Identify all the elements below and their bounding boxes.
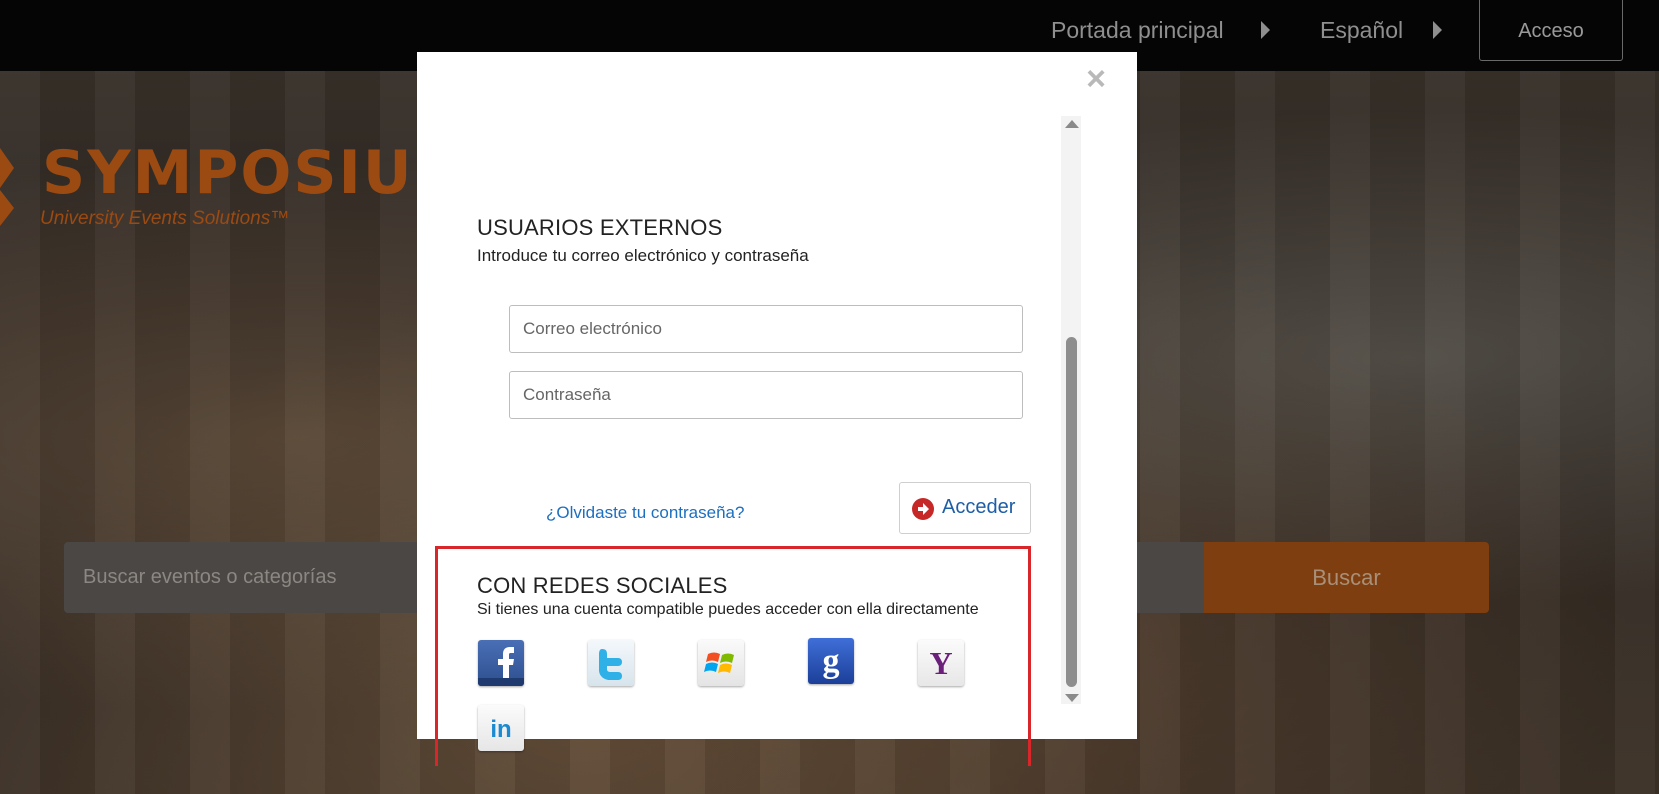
logo-mark-icon [0, 148, 14, 226]
svg-text:Y: Y [929, 645, 952, 681]
login-button[interactable]: Acceso [1479, 0, 1623, 61]
social-login-subtitle: Si tienes una cuenta compatible puedes a… [477, 601, 979, 618]
scrollbar-thumb[interactable] [1066, 337, 1077, 687]
brand-tagline: University Events Solutions™ [40, 208, 290, 229]
modal-scrollbar[interactable] [1061, 116, 1081, 704]
password-field[interactable] [509, 371, 1023, 419]
social-login-title: CON REDES SOCIALES [477, 573, 728, 598]
social-login-section: CON REDES SOCIALES Si tienes una cuenta … [435, 546, 1031, 766]
caret-right-icon [1433, 21, 1442, 39]
external-users-title: USUARIOS EXTERNOS [477, 215, 723, 240]
svg-text:in: in [490, 716, 511, 743]
facebook-icon[interactable] [478, 640, 524, 686]
svg-text:g: g [823, 643, 840, 680]
forgot-password-link[interactable]: ¿Olvidaste tu contraseña? [546, 503, 744, 523]
email-field[interactable] [509, 305, 1023, 353]
twitter-icon[interactable] [588, 640, 634, 686]
search-button[interactable]: Buscar [1204, 542, 1489, 613]
nav-home-link[interactable]: Portada principal [1051, 14, 1224, 46]
windows-live-icon[interactable] [698, 640, 744, 686]
external-users-subtitle: Introduce tu correo electrónico y contra… [477, 246, 809, 265]
scroll-up-arrow-icon[interactable] [1065, 120, 1079, 128]
submit-login-button[interactable]: Acceder [899, 482, 1031, 534]
modal-scroll-content: USUARIOS EXTERNOS Introduce tu correo el… [417, 116, 1077, 766]
scroll-down-arrow-icon[interactable] [1065, 694, 1079, 702]
language-selector[interactable]: Español [1320, 14, 1403, 46]
login-modal: × USUARIOS EXTERNOS Introduce tu correo … [417, 52, 1137, 766]
google-icon[interactable]: g [808, 638, 854, 684]
caret-right-icon [1261, 21, 1270, 39]
submit-login-label: Acceder [942, 496, 1016, 518]
linkedin-icon[interactable]: in [478, 705, 524, 751]
arrow-right-circle-icon [912, 498, 934, 520]
yahoo-icon[interactable]: Y [918, 640, 964, 686]
close-icon[interactable]: × [1081, 62, 1111, 96]
brand-logo: SYMPOSIUM [42, 138, 476, 208]
